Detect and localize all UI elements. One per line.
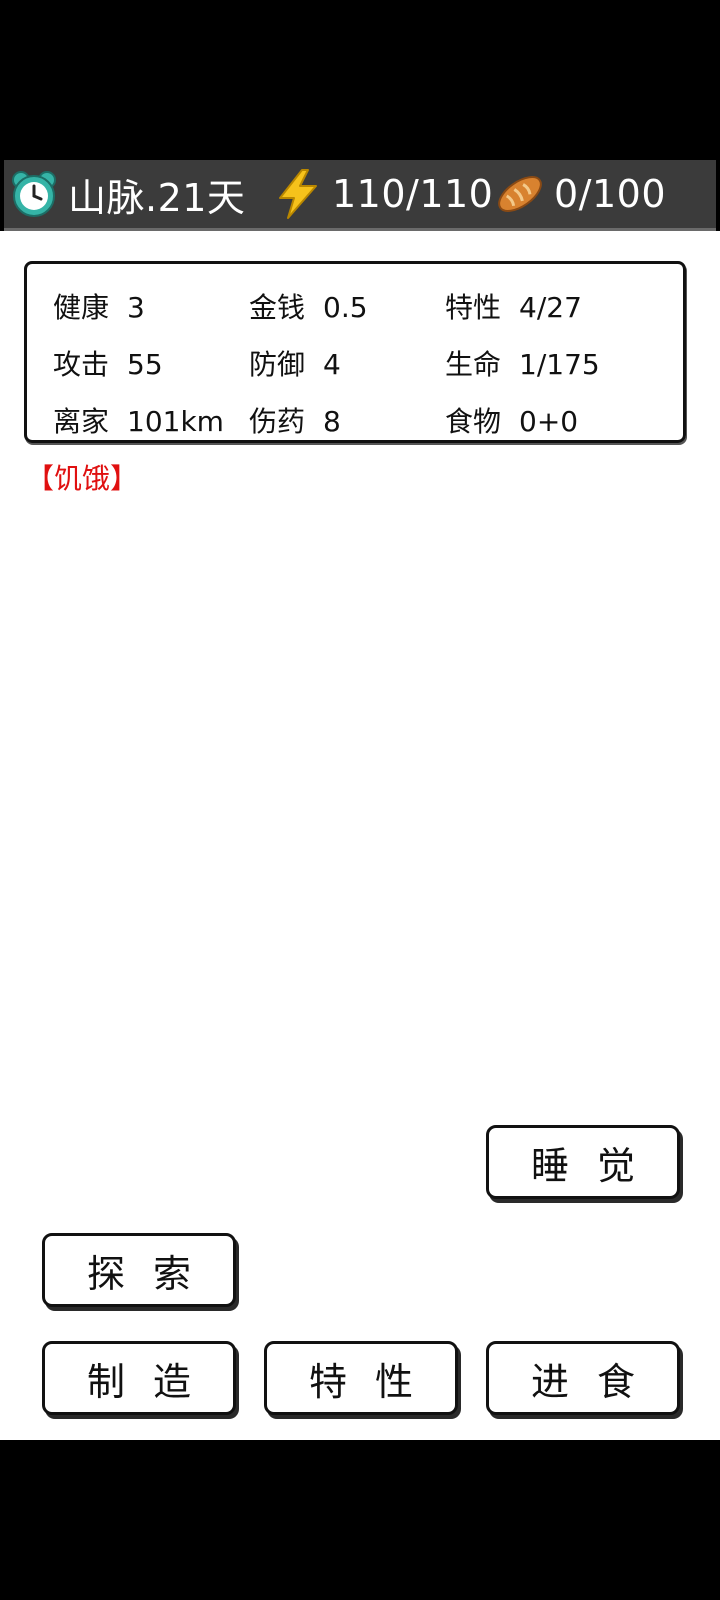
stat-distance: 离家 101km <box>53 400 224 440</box>
stat-label: 健康 <box>53 291 110 324</box>
sleep-button[interactable]: 睡觉 <box>486 1125 680 1199</box>
stat-value: 4 <box>323 348 341 381</box>
food-group: 0/100 <box>494 160 666 228</box>
stat-label: 特性 <box>445 291 502 324</box>
stat-value: 1/175 <box>519 348 600 381</box>
stat-value: 8 <box>323 405 341 438</box>
stat-value: 0+0 <box>519 405 579 438</box>
stat-value: 3 <box>127 291 145 324</box>
stat-value: 55 <box>127 348 163 381</box>
stat-life: 生命 1/175 <box>445 343 600 383</box>
stat-traits: 特性 4/27 <box>445 286 582 326</box>
alarm-clock-icon <box>12 171 56 217</box>
craft-button[interactable]: 制造 <box>42 1341 236 1415</box>
stat-medicine: 伤药 8 <box>249 400 341 440</box>
stat-label: 防御 <box>249 348 306 381</box>
eat-button[interactable]: 进食 <box>486 1341 680 1415</box>
stat-value: 4/27 <box>519 291 582 324</box>
stat-label: 离家 <box>53 405 110 438</box>
stat-attack: 攻击 55 <box>53 343 163 383</box>
bread-icon <box>498 176 542 212</box>
stat-value: 0.5 <box>323 291 368 324</box>
stat-label: 食物 <box>445 405 502 438</box>
stat-food: 食物 0+0 <box>445 400 578 440</box>
stat-label: 金钱 <box>249 291 306 324</box>
location-day-group: 山脉.21天 <box>8 160 245 228</box>
lightning-bolt-icon <box>279 169 317 219</box>
traits-button[interactable]: 特性 <box>264 1341 458 1415</box>
stat-money: 金钱 0.5 <box>249 286 368 326</box>
top-status-bar: 山脉.21天 110/110 0/100 <box>4 160 716 231</box>
stat-health: 健康 3 <box>53 286 145 326</box>
explore-button[interactable]: 探索 <box>42 1233 236 1307</box>
stat-defense: 防御 4 <box>249 343 341 383</box>
food-supply-value: 0/100 <box>554 172 667 216</box>
status-effect-hungry: 【饥饿】 <box>26 462 139 495</box>
stat-label: 生命 <box>445 348 502 381</box>
location-day-text: 山脉.21天 <box>68 175 246 220</box>
energy-value: 110/110 <box>332 172 494 216</box>
stat-label: 攻击 <box>53 348 110 381</box>
stats-panel: 健康 3 金钱 0.5 特性 4/27 攻击 55 防御 4 生命 1/175 离家 101k… <box>24 261 686 443</box>
stat-label: 伤药 <box>249 405 306 438</box>
stat-value: 101km <box>127 405 224 438</box>
game-main-area: 健康 3 金钱 0.5 特性 4/27 攻击 55 防御 4 生命 1/175 离家 101k… <box>0 231 720 1440</box>
energy-group: 110/110 <box>272 160 493 228</box>
